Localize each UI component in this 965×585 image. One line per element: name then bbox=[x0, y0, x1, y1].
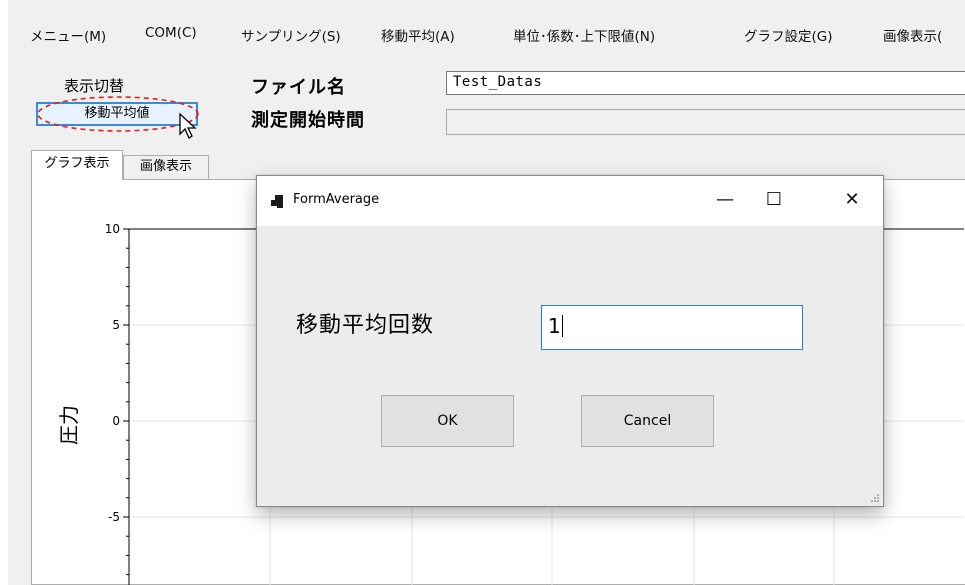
menu-item-com[interactable]: COM(C) bbox=[145, 25, 197, 41]
menu-item-units[interactable]: 単位･係数･上下限値(N) bbox=[513, 25, 655, 45]
start-time-field[interactable] bbox=[446, 109, 965, 135]
dialog-title: FormAverage bbox=[293, 192, 380, 207]
filename-field[interactable]: Test_Datas bbox=[446, 71, 965, 95]
maximize-button[interactable]: ☐ bbox=[755, 184, 793, 216]
text-caret bbox=[561, 315, 563, 337]
resize-grip-icon[interactable] bbox=[868, 491, 880, 503]
y-tick-label: 10 bbox=[105, 222, 120, 236]
y-tick-label: 5 bbox=[112, 318, 120, 332]
tab-graph[interactable]: グラフ表示 bbox=[31, 150, 123, 180]
y-tick-label: 0 bbox=[112, 414, 120, 428]
close-icon: ✕ bbox=[844, 189, 860, 210]
minimize-button[interactable]: — bbox=[706, 184, 744, 216]
main-window: メニュー(M) COM(C) サンプリング(S) 移動平均(A) 単位･係数･上… bbox=[8, 0, 965, 585]
menu-item-menu[interactable]: メニュー(M) bbox=[30, 25, 106, 45]
form-average-dialog: FormAverage — ☐ ✕ 移動平均回数 1 OK Cancel bbox=[256, 175, 884, 507]
mouse-cursor-icon bbox=[179, 112, 197, 139]
display-switch-label: 表示切替 bbox=[64, 77, 125, 95]
dialog-titlebar: FormAverage — ☐ ✕ bbox=[257, 176, 883, 226]
start-time-label: 測定開始時間 bbox=[251, 110, 365, 131]
y-axis-label: 圧力 bbox=[57, 405, 81, 445]
minimize-icon: — bbox=[716, 189, 734, 210]
filename-label: ファイル名 bbox=[251, 77, 346, 98]
close-button[interactable]: ✕ bbox=[833, 184, 871, 216]
y-tick-label: -5 bbox=[108, 510, 120, 524]
tab-image[interactable]: 画像表示 bbox=[123, 155, 209, 179]
menu-item-image-display[interactable]: 画像表示( bbox=[883, 25, 942, 45]
menu-bar: メニュー(M) COM(C) サンプリング(S) 移動平均(A) 単位･係数･上… bbox=[8, 14, 965, 54]
menu-item-sampling[interactable]: サンプリング(S) bbox=[241, 25, 341, 45]
maximize-icon: ☐ bbox=[765, 189, 783, 210]
average-count-label: 移動平均回数 bbox=[296, 313, 435, 338]
menu-item-graph-settings[interactable]: グラフ設定(G) bbox=[744, 25, 833, 45]
cancel-button[interactable]: Cancel bbox=[581, 395, 714, 447]
desktop-edge bbox=[0, 0, 8, 585]
form-icon bbox=[271, 195, 283, 208]
average-count-value: 1 bbox=[548, 314, 561, 338]
ok-button[interactable]: OK bbox=[381, 395, 514, 447]
average-count-input[interactable]: 1 bbox=[541, 305, 803, 350]
menu-item-moving-average[interactable]: 移動平均(A) bbox=[381, 25, 455, 45]
